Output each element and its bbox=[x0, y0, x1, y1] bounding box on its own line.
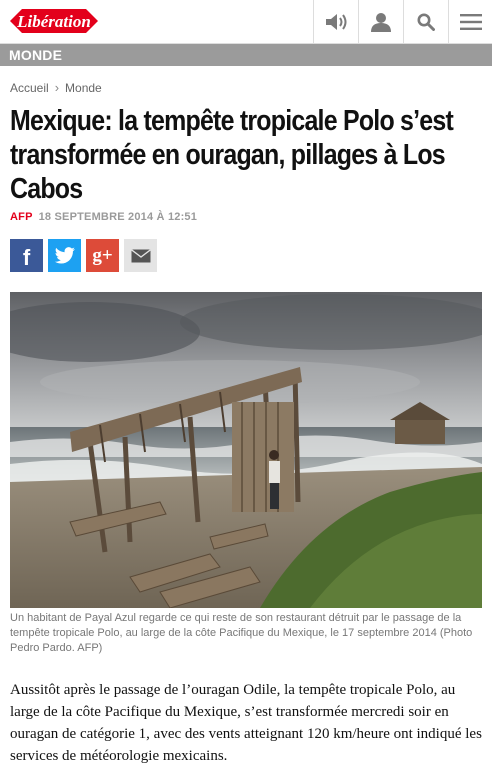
search-button[interactable] bbox=[403, 0, 448, 44]
share-facebook-button[interactable]: f bbox=[10, 239, 43, 272]
share-email-button[interactable] bbox=[124, 239, 157, 272]
user-icon bbox=[371, 13, 391, 32]
facebook-icon: f bbox=[22, 244, 31, 270]
audio-button[interactable] bbox=[313, 0, 358, 44]
top-bar: Libération bbox=[0, 0, 492, 44]
chevron-right-icon: › bbox=[54, 80, 60, 95]
article-photo[interactable] bbox=[10, 292, 482, 608]
article-lead-paragraph: Aussitôt après le passage de l’ouragan O… bbox=[10, 682, 482, 764]
menu-icon bbox=[459, 14, 482, 30]
share-googleplus-button[interactable]: g+ bbox=[86, 239, 119, 272]
account-button[interactable] bbox=[358, 0, 403, 44]
storm-damaged-restaurant-image bbox=[10, 292, 482, 608]
article-title: Mexique: la tempête tropicale Polo s’est… bbox=[10, 105, 454, 205]
share-twitter-button[interactable] bbox=[48, 239, 81, 272]
breadcrumb-section[interactable]: Monde bbox=[65, 81, 102, 95]
envelope-icon bbox=[130, 248, 151, 262]
article-source: AFP bbox=[10, 211, 33, 223]
article-date: 18 SEPTEMBRE 2014 À 12:51 bbox=[38, 211, 198, 223]
section-band[interactable]: MONDE bbox=[0, 44, 492, 66]
section-label: MONDE bbox=[9, 47, 63, 63]
photo-caption: Un habitant de Payal Azul regarde ce qui… bbox=[10, 612, 473, 654]
speaker-icon bbox=[326, 14, 347, 30]
logo-text: Libération bbox=[16, 12, 91, 31]
liberation-logo[interactable]: Libération bbox=[10, 6, 98, 36]
twitter-bird-icon bbox=[54, 246, 75, 264]
byline: AFP 18 SEPTEMBRE 2014 À 12:51 bbox=[10, 211, 197, 223]
breadcrumb: Accueil › Monde bbox=[10, 80, 102, 95]
menu-button[interactable] bbox=[448, 0, 492, 44]
googleplus-icon: g+ bbox=[92, 244, 113, 266]
breadcrumb-home[interactable]: Accueil bbox=[10, 81, 49, 95]
search-icon bbox=[417, 13, 435, 31]
